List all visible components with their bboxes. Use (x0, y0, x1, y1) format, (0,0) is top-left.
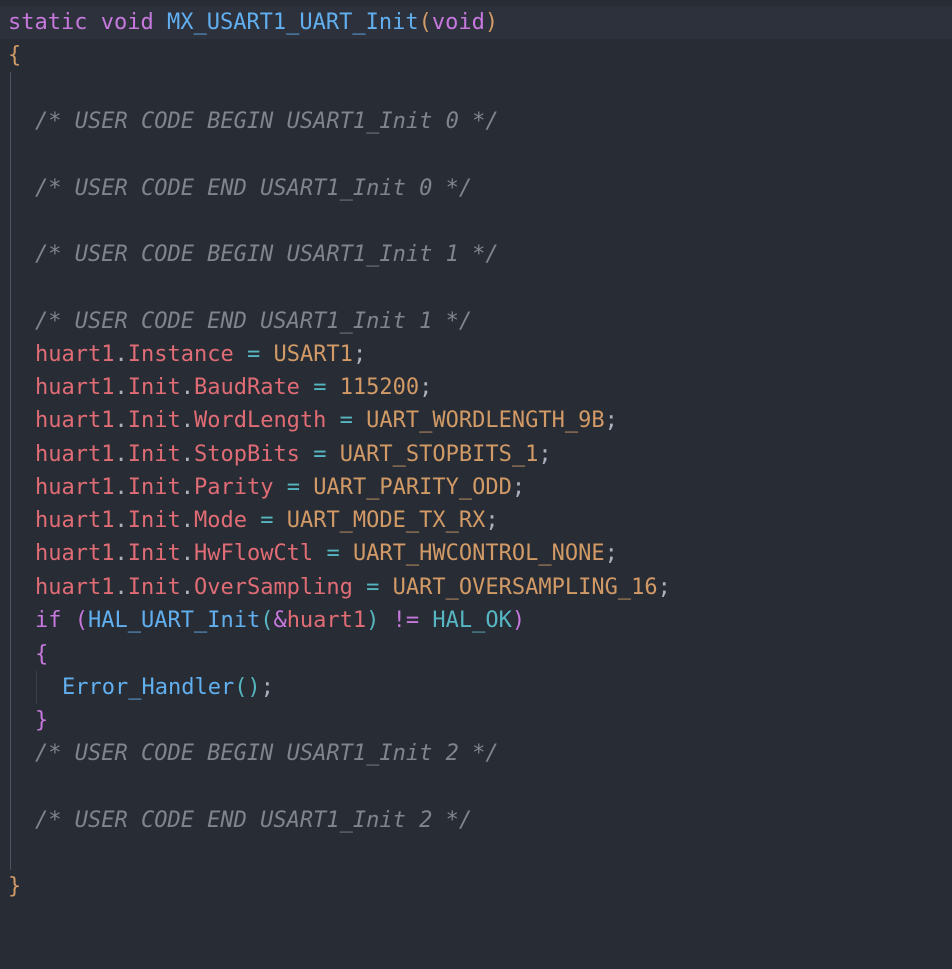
not-equal-operator: != (392, 608, 420, 633)
code-line-comment[interactable]: /* USER CODE END USART1_Init 1 */ (0, 305, 952, 338)
code-line-assignment[interactable]: huart1.Init.Mode = UART_MODE_TX_RX; (0, 504, 952, 537)
code-line-close-brace[interactable]: } (0, 870, 952, 903)
paren-close: ) (511, 608, 526, 633)
code-line-call[interactable]: Error_Handler(); (0, 671, 952, 704)
param-void: void (431, 10, 485, 35)
paren-open: ( (74, 608, 88, 633)
code-editor[interactable]: static void MX_USART1_UART_Init(void) { … (0, 6, 952, 925)
call-argument: huart1 (286, 608, 367, 633)
member-name: OverSampling (193, 575, 353, 600)
object-name: huart1 (35, 375, 115, 400)
code-line-assignment[interactable]: huart1.Init.StopBits = UART_STOPBITS_1; (0, 438, 952, 471)
member-name: Init (127, 375, 181, 400)
paren-close: ) (366, 608, 380, 633)
keyword-static: static (8, 10, 88, 35)
paren-close: ) (484, 10, 499, 35)
member-name: Init (127, 541, 181, 566)
member-name: Init (127, 508, 181, 533)
member-name: Instance (127, 342, 234, 367)
assigned-value: USART1 (273, 342, 353, 367)
code-line-assignment[interactable]: huart1.Init.OverSampling = UART_OVERSAMP… (0, 571, 952, 604)
code-line-comment[interactable]: /* USER CODE END USART1_Init 0 */ (0, 172, 952, 205)
comment-begin-2: /* USER CODE BEGIN USART1_Init 2 */ (35, 741, 499, 766)
close-brace: } (8, 874, 22, 899)
member-name: Init (127, 442, 181, 467)
comment-end-0: /* USER CODE END USART1_Init 0 */ (35, 176, 473, 201)
keyword-if: if (35, 608, 62, 633)
code-line-open-brace[interactable]: { (0, 638, 952, 671)
constant-hal-ok: HAL_OK (432, 608, 512, 633)
semicolon: ; (260, 675, 274, 700)
assigned-value: 115200 (339, 375, 420, 400)
code-line-comment[interactable]: /* USER CODE BEGIN USART1_Init 2 */ (0, 737, 952, 770)
call-parens: () (234, 675, 261, 700)
code-line-assignment[interactable]: huart1.Init.WordLength = UART_WORDLENGTH… (0, 404, 952, 437)
assigned-value: UART_STOPBITS_1 (339, 442, 539, 467)
error-handler-call: Error_Handler (62, 675, 235, 700)
member-name: Mode (193, 508, 247, 533)
assigned-value: UART_WORDLENGTH_9B (366, 408, 605, 433)
code-line-comment[interactable]: /* USER CODE BEGIN USART1_Init 1 */ (0, 238, 952, 271)
member-name: Parity (193, 475, 274, 500)
code-line-assignment[interactable]: huart1.Init.BaudRate = 115200; (0, 371, 952, 404)
code-line-if[interactable]: if (HAL_UART_Init(&huart1) != HAL_OK) (0, 604, 952, 637)
inner-close-brace: } (35, 708, 49, 733)
member-name: StopBits (193, 442, 300, 467)
comment-end-2: /* USER CODE END USART1_Init 2 */ (35, 808, 473, 833)
code-line-assignment[interactable]: huart1.Init.Parity = UART_PARITY_ODD; (0, 471, 952, 504)
open-brace: { (8, 43, 22, 68)
code-line-comment[interactable]: /* USER CODE END USART1_Init 2 */ (0, 804, 952, 837)
keyword-void: void (100, 10, 154, 35)
code-line-signature[interactable]: static void MX_USART1_UART_Init(void) (0, 6, 952, 39)
assigned-value: UART_MODE_TX_RX (286, 508, 486, 533)
code-line-comment[interactable]: /* USER CODE BEGIN USART1_Init 0 */ (0, 105, 952, 138)
assigned-value: UART_PARITY_ODD (313, 475, 512, 500)
comment-end-1: /* USER CODE END USART1_Init 1 */ (35, 309, 473, 334)
member-name: WordLength (193, 408, 327, 433)
function-name: MX_USART1_UART_Init (166, 10, 419, 35)
object-name: huart1 (35, 408, 115, 433)
comment-begin-1: /* USER CODE BEGIN USART1_Init 1 */ (35, 242, 499, 267)
assigned-value: UART_OVERSAMPLING_16 (392, 575, 658, 600)
member-name: Init (127, 575, 181, 600)
object-name: huart1 (35, 541, 115, 566)
assigned-value: UART_HWCONTROL_NONE (352, 541, 605, 566)
call-function: HAL_UART_Init (88, 608, 261, 633)
code-line-close-brace[interactable]: } (0, 704, 952, 737)
object-name: huart1 (35, 508, 115, 533)
object-name: huart1 (35, 342, 115, 367)
object-name: huart1 (35, 575, 115, 600)
member-name: Init (127, 475, 181, 500)
inner-open-brace: { (35, 642, 49, 667)
member-name: Init (127, 408, 181, 433)
code-line-assignment[interactable]: huart1.Init.HwFlowCtl = UART_HWCONTROL_N… (0, 537, 952, 570)
paren-open: ( (418, 10, 432, 35)
code-line-open-brace[interactable]: { (0, 39, 952, 72)
code-line-assignment[interactable]: huart1.Instance = USART1; (0, 338, 952, 371)
object-name: huart1 (35, 475, 115, 500)
comment-begin-0: /* USER CODE BEGIN USART1_Init 0 */ (35, 109, 499, 134)
member-name: BaudRate (193, 375, 300, 400)
member-name: HwFlowCtl (193, 541, 314, 566)
address-of-operator: & (273, 608, 287, 633)
object-name: huart1 (35, 442, 115, 467)
paren-open: ( (260, 608, 274, 633)
